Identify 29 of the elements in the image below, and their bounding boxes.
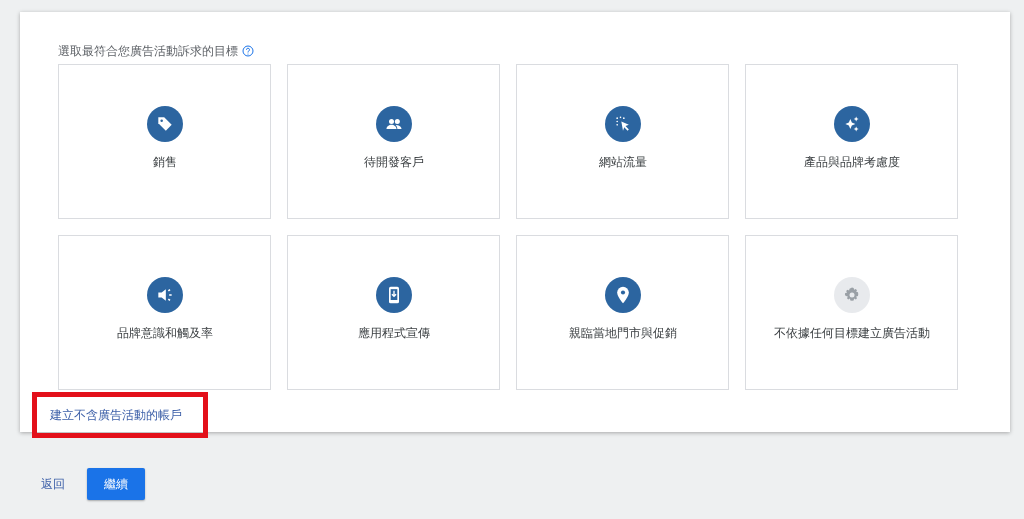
location-pin-icon: [604, 277, 641, 313]
goal-tile[interactable]: 產品與品牌考慮度: [745, 64, 958, 219]
goal-tile[interactable]: 銷售: [58, 64, 271, 219]
goal-tile[interactable]: 不依據任何目標建立廣告活動: [745, 235, 958, 390]
goal-label: 網站流量: [598, 154, 647, 171]
people-icon: [375, 106, 412, 142]
settings-icon: [833, 277, 870, 313]
create-account-link[interactable]: 建立不含廣告活動的帳戶: [50, 408, 182, 422]
goal-label: 待開發客戶: [363, 154, 424, 171]
goal-tile[interactable]: 親臨當地門市與促銷: [516, 235, 729, 390]
tag-icon: [146, 106, 183, 142]
goal-tile[interactable]: 應用程式宣傳: [287, 235, 500, 390]
goal-tile[interactable]: 品牌意識和觸及率: [58, 235, 271, 390]
goal-label: 品牌意識和觸及率: [116, 325, 213, 342]
goal-label: 不依據任何目標建立廣告活動: [773, 325, 930, 342]
megaphone-icon: [146, 277, 183, 313]
cursor-icon: [604, 106, 641, 142]
continue-button[interactable]: 繼續: [87, 468, 145, 500]
help-icon[interactable]: [242, 45, 254, 57]
heading: 選取最符合您廣告活動訴求的目標: [58, 43, 238, 60]
back-link[interactable]: 返回: [41, 475, 65, 493]
sparkle-icon: [833, 106, 870, 142]
goal-label: 應用程式宣傳: [357, 325, 430, 342]
goal-label: 親臨當地門市與促銷: [568, 325, 677, 342]
goal-tile[interactable]: 網站流量: [516, 64, 729, 219]
goal-tile[interactable]: 待開發客戶: [287, 64, 500, 219]
goal-label: 銷售: [152, 154, 177, 171]
phone-download-icon: [375, 277, 412, 313]
goal-label: 產品與品牌考慮度: [803, 154, 900, 171]
